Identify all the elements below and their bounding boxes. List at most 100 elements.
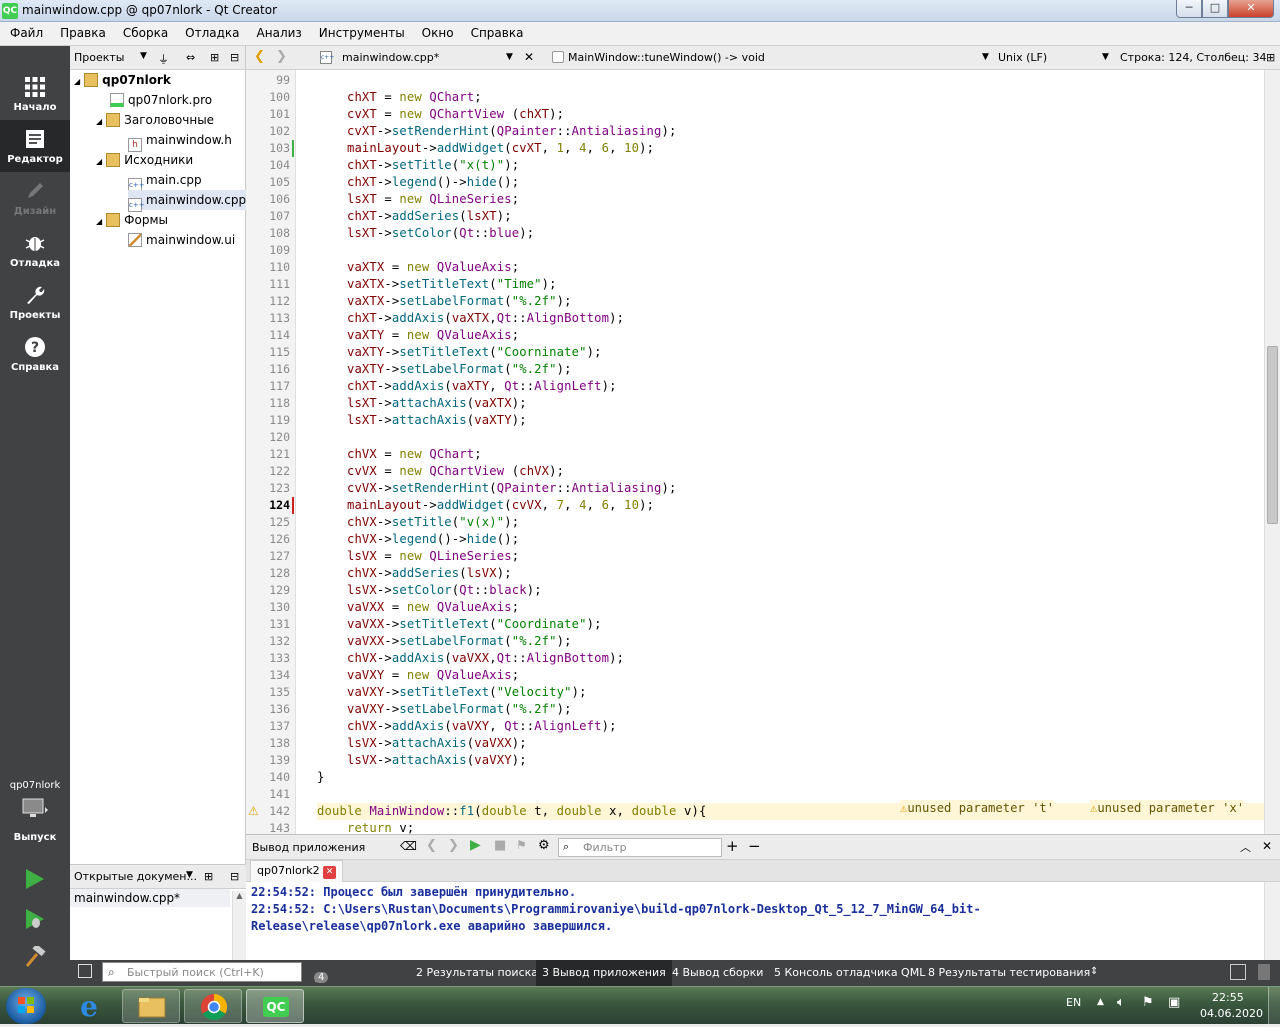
code-line[interactable]: chXT->setTitle("x(t)"); [317, 157, 519, 174]
code-line[interactable]: vaXTY->setTitleText("Coorninate"); [317, 344, 602, 361]
code-line[interactable]: cvXT = new QChartView (chXT); [317, 106, 564, 123]
action-center-flag-icon[interactable]: ⚑ [1142, 995, 1154, 1010]
taskbar-explorer[interactable] [122, 989, 180, 1023]
code-line[interactable]: chXT->legend()->hide(); [317, 174, 519, 191]
close-button[interactable]: ✕ [1228, 0, 1274, 18]
code-line[interactable]: } [317, 769, 325, 786]
run-button[interactable] [24, 868, 46, 893]
projects-selector[interactable]: Проекты [74, 51, 125, 64]
open-documents-selector[interactable]: Открытые докумен... [74, 870, 197, 883]
mode-projects[interactable]: Проекты [0, 276, 70, 328]
code-line[interactable]: vaVXY->setTitleText("Velocity"); [317, 684, 587, 701]
close-panel-icon[interactable]: ⊟ [230, 870, 239, 883]
code-line[interactable]: chVX->addSeries(lsVX); [317, 565, 512, 582]
chevron-down-icon[interactable]: ▼ [506, 52, 513, 62]
expand-arrow-icon[interactable]: ◢ [96, 117, 102, 126]
back-arrow-icon[interactable]: ❮ [254, 49, 265, 64]
tree-item-headers[interactable]: ◢ Заголовочные [96, 110, 214, 130]
link-icon[interactable]: ⇔ [186, 51, 195, 64]
code-line[interactable]: vaXTX = new QValueAxis; [317, 259, 519, 276]
tree-item-mainwindow-ui[interactable]: mainwindow.ui [128, 230, 235, 250]
rerun-icon[interactable]: ▶ [470, 837, 481, 853]
open-docs-scrollbar[interactable]: ▲ [232, 891, 246, 961]
mode-welcome[interactable]: Начало [0, 68, 70, 120]
forward-arrow-icon[interactable]: ❯ [276, 49, 287, 64]
code-line[interactable]: chXT = new QChart; [317, 89, 482, 106]
maximize-pane-icon[interactable]: ︿ [1240, 839, 1251, 855]
code-line[interactable]: lsVX->attachAxis(vaVXY); [317, 752, 527, 769]
menu-help[interactable]: Справка [461, 22, 531, 40]
code-line[interactable]: chVX->addAxis(vaVXY, Qt::AlignLeft); [317, 718, 617, 735]
code-line[interactable]: lsVX->attachAxis(vaVXX); [317, 735, 527, 752]
close-tab-icon[interactable]: ✕ [323, 866, 337, 879]
code-line[interactable]: vaVXY->setLabelFormat("%.2f"); [317, 701, 572, 718]
next-arrow-icon[interactable]: ❯ [448, 838, 459, 853]
tab-application-output[interactable]: 3 Вывод приложения [536, 960, 672, 986]
symbol-selector[interactable]: MainWindow::tuneWindow() -> void [568, 51, 765, 64]
locator-field[interactable]: ⌕ Быстрый поиск (Ctrl+K) [102, 962, 302, 982]
split-editor-icon[interactable]: ⊞ [1266, 51, 1275, 64]
code-line[interactable]: lsXT->attachAxis(vaXTX); [317, 395, 527, 412]
taskbar-chrome[interactable] [184, 989, 242, 1023]
output-tab[interactable]: qp07nlork2 ✕ [250, 860, 344, 882]
language-indicator[interactable]: EN [1066, 996, 1081, 1009]
menu-tools[interactable]: Инструменты [309, 22, 412, 40]
tab-compile-output[interactable]: 4 Вывод сборки [672, 966, 763, 979]
menu-debug[interactable]: Отладка [175, 22, 246, 40]
filter-field[interactable]: ⌕ Фильтр [558, 838, 722, 857]
chevron-down-icon[interactable]: ▼ [982, 52, 989, 62]
clear-icon[interactable]: ⌫ [400, 839, 417, 853]
volume-icon[interactable]: 🔈︎ [1117, 995, 1125, 1010]
code-line[interactable]: vaXTX->setTitleText("Time"); [317, 276, 557, 293]
code-line[interactable]: vaXTY->setLabelFormat("%.2f"); [317, 361, 572, 378]
close-document-icon[interactable]: ✕ [524, 50, 534, 64]
code-line[interactable]: cvXT->setRenderHint(QPainter::Antialiasi… [317, 123, 676, 140]
minimize-button[interactable]: ─ [1176, 0, 1202, 18]
code-line[interactable]: vaVXY = new QValueAxis; [317, 667, 519, 684]
chevron-down-icon[interactable]: ▼ [186, 870, 193, 880]
prev-arrow-icon[interactable]: ❮ [426, 838, 437, 853]
cursor-position[interactable]: Строка: 124, Столбец: 34 [1120, 51, 1266, 64]
code-line[interactable]: mainLayout->addWidget(cvVX, 7, 4, 6, 10)… [317, 497, 654, 514]
output-scrollbar[interactable] [1264, 882, 1280, 960]
menu-file[interactable]: Файл [0, 22, 50, 40]
close-pane-icon[interactable]: ✕ [1262, 839, 1272, 853]
expand-arrow-icon[interactable]: ◢ [96, 217, 102, 226]
document-selector[interactable]: mainwindow.cpp* [342, 51, 439, 64]
split-icon[interactable]: ⊞ [204, 870, 213, 883]
code-line[interactable]: vaVXX->setTitleText("Coordinate"); [317, 616, 602, 633]
maximize-button[interactable]: □ [1202, 0, 1228, 18]
menu-analyze[interactable]: Анализ [247, 22, 309, 40]
taskbar-ie[interactable]: e [60, 989, 118, 1023]
code-line[interactable]: cvVX->setRenderHint(QPainter::Antialiasi… [317, 480, 676, 497]
code-line[interactable]: lsXT = new QLineSeries; [317, 191, 519, 208]
tray-expand-icon[interactable]: ▲ [1097, 997, 1104, 1007]
scrollbar-thumb[interactable] [1267, 346, 1278, 524]
chevron-down-icon[interactable]: ▼ [140, 51, 147, 61]
code-line[interactable]: mainLayout->addWidget(cvXT, 1, 4, 6, 10)… [317, 140, 654, 157]
clock-date[interactable]: 04.06.2020 [1200, 1007, 1263, 1020]
code-line[interactable]: vaXTX->setLabelFormat("%.2f"); [317, 293, 572, 310]
tree-item-main-cpp[interactable]: c++main.cpp [128, 170, 202, 192]
mode-design[interactable]: Дизайн [0, 172, 70, 224]
code-line[interactable]: lsXT->setColor(Qt::blue); [317, 225, 534, 242]
toggle-output-icon[interactable] [1230, 964, 1246, 980]
tree-item-project[interactable]: ◢ qp07nlork [74, 70, 171, 90]
more-tabs-icon[interactable]: ⇕ [1090, 966, 1098, 977]
mode-editor[interactable]: Редактор [0, 120, 70, 172]
attach-debugger-icon[interactable]: ⚑ [516, 838, 527, 852]
code-line[interactable]: chXT->addAxis(vaXTY, Qt::AlignLeft); [317, 378, 617, 395]
tab-qml-debugger-console[interactable]: 5 Консоль отладчика QML [774, 966, 925, 979]
code-line[interactable]: vaVXX->setLabelFormat("%.2f"); [317, 633, 572, 650]
code-line[interactable]: return v; [317, 820, 414, 834]
menu-edit[interactable]: Правка [50, 22, 113, 40]
editor-scrollbar[interactable] [1264, 70, 1280, 834]
code-line[interactable]: vaXTY = new QValueAxis; [317, 327, 519, 344]
tree-item-mainwindow-h[interactable]: h mainwindow.h [128, 130, 232, 152]
code-line[interactable]: vaVXX = new QValueAxis; [317, 599, 519, 616]
show-desktop-button[interactable] [1268, 987, 1280, 1025]
code-line[interactable]: chXT->addAxis(vaXTX,Qt::AlignBottom); [317, 310, 624, 327]
clock-time[interactable]: 22:55 [1212, 991, 1244, 1004]
zoom-out-icon[interactable]: − [748, 837, 761, 855]
mode-debug[interactable]: Отладка [0, 224, 70, 276]
